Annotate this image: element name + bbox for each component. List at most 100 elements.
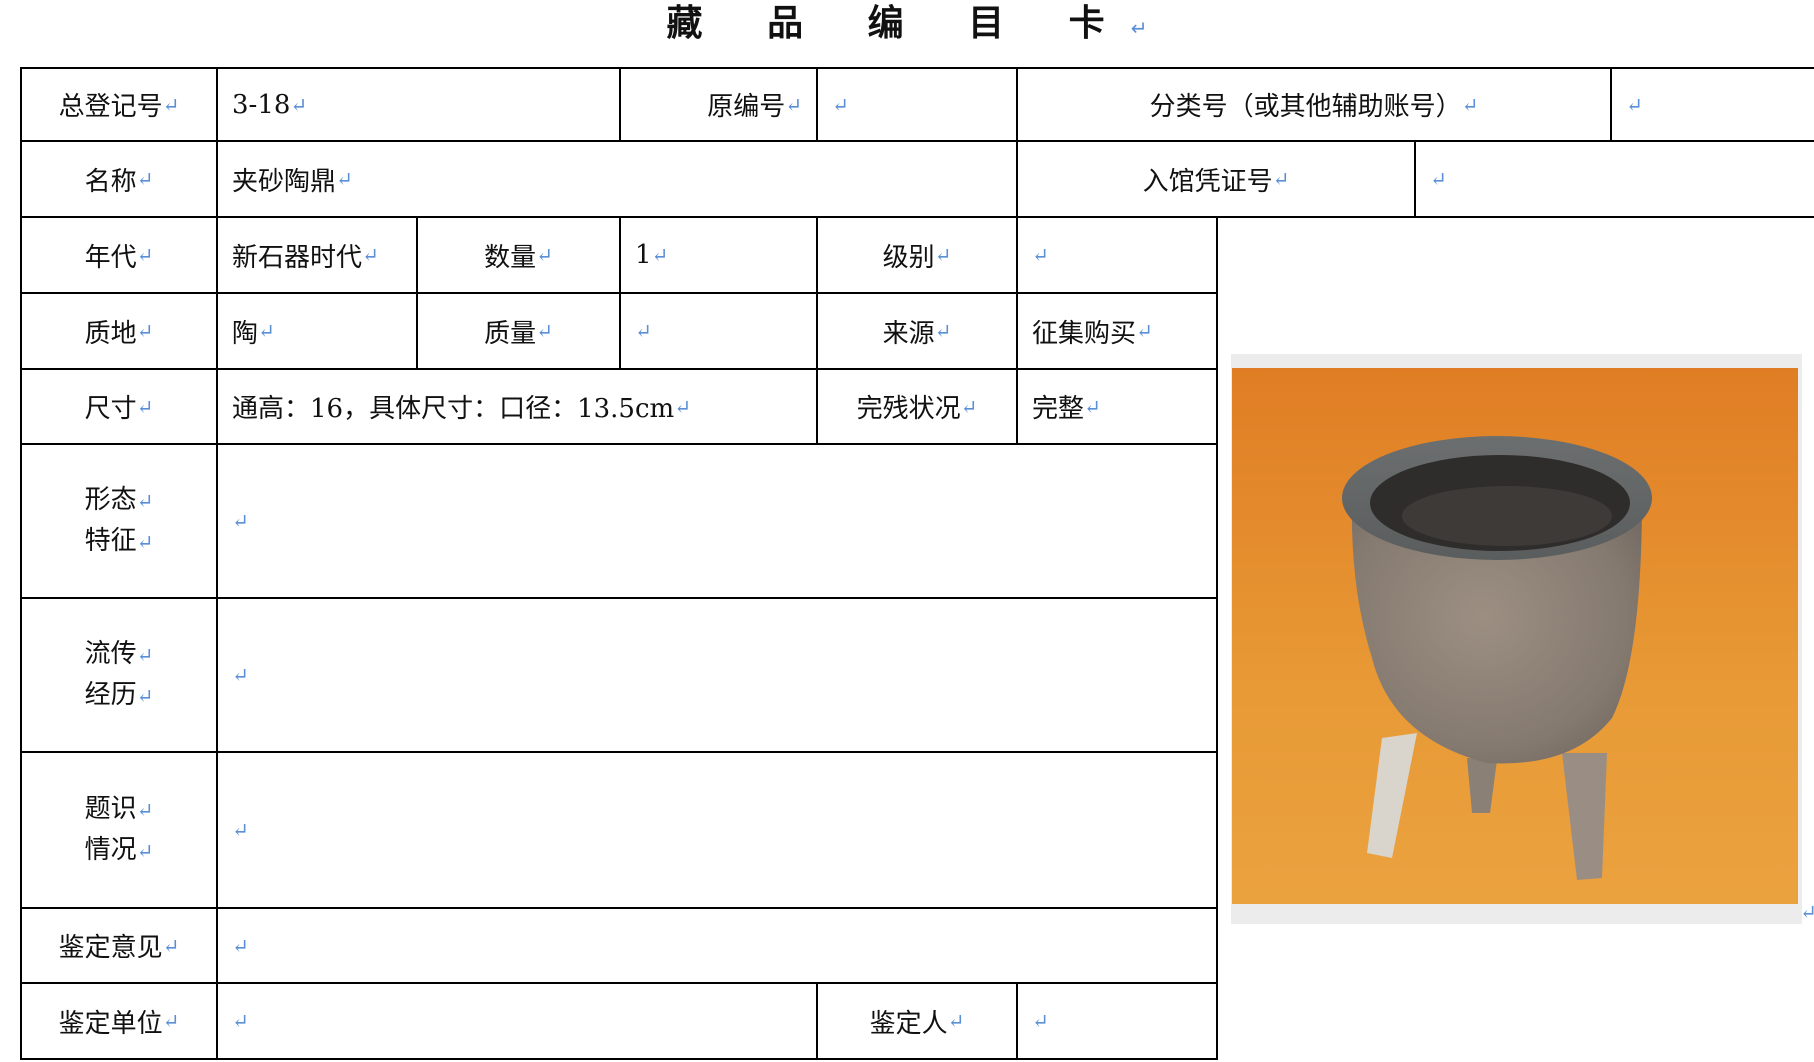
class-no-label: 分类号（或其他辅助账号） ↵	[1018, 69, 1610, 140]
cell-text: 鉴定意见	[58, 933, 163, 963]
paragraph-mark: ↵	[934, 243, 952, 267]
paragraph-mark: ↵	[136, 839, 154, 863]
label-line: 情况↵	[85, 830, 154, 871]
source-value[interactable]: 征集购买 ↵	[1018, 294, 1216, 368]
opinion-value[interactable]: ↵	[218, 909, 1216, 982]
card-title-text: 藏 品 编 目 卡	[666, 3, 1131, 44]
cell-text: 数量	[484, 242, 537, 273]
appraiser-label: 鉴定人 ↵	[818, 984, 1016, 1058]
cell-text: 经历	[84, 680, 137, 710]
cell-text: 原编号	[707, 92, 786, 122]
cell-text: 形态	[84, 485, 137, 515]
name-label: 名称 ↵	[22, 142, 216, 216]
source-label: 来源 ↵	[818, 294, 1016, 368]
paragraph-mark: ↵	[1084, 394, 1101, 419]
cell-text: 质量	[484, 318, 537, 349]
paragraph-mark: ↵	[651, 243, 669, 267]
unit-label: 鉴定单位 ↵	[22, 984, 216, 1058]
weight-label: 质量 ↵	[418, 294, 619, 368]
label-line: 形态↵	[85, 480, 154, 521]
cell-text: 级别	[882, 242, 935, 273]
paragraph-mark: ↵	[258, 319, 275, 343]
paragraph-mark: ↵	[136, 167, 154, 191]
weight-value[interactable]: ↵	[621, 294, 816, 368]
paragraph-mark: ↵	[785, 92, 802, 117]
paragraph-mark: ↵	[362, 243, 379, 267]
cell-text: 征集购买	[1032, 318, 1137, 349]
orig-no-label: 原编号 ↵	[621, 69, 816, 140]
reg-no-label: 总登记号 ↵	[22, 69, 216, 140]
paragraph-mark: ↵	[674, 394, 691, 419]
paragraph-mark: ↵	[832, 92, 849, 117]
paragraph-mark: ↵	[232, 509, 249, 533]
appraiser-value[interactable]: ↵	[1018, 984, 1216, 1058]
artifact-photo	[1232, 368, 1798, 904]
cell-text: 鉴定单位	[58, 1008, 163, 1039]
grade-value[interactable]: ↵	[1018, 218, 1216, 292]
card-title: 藏 品 编 目 卡↵	[0, 0, 1814, 48]
paragraph-mark: ↵	[136, 530, 154, 554]
paragraph-mark: ↵	[136, 489, 154, 513]
paragraph-mark: ↵	[947, 1009, 965, 1033]
cell-text: 入馆凭证号	[1142, 166, 1273, 197]
condition-label: 完残状况 ↵	[818, 370, 1016, 443]
paragraph-mark: ↵	[1272, 167, 1290, 191]
name-value[interactable]: 夹砂陶鼎 ↵	[218, 142, 1016, 216]
features-label: 形态↵ 特征↵	[22, 445, 216, 597]
cell-text: 分类号（或其他辅助账号）	[1149, 92, 1462, 122]
qty-value[interactable]: 1 ↵	[621, 218, 816, 292]
row-line	[21, 1058, 1217, 1060]
cell-text: 年代	[84, 242, 137, 273]
paragraph-mark: ↵	[1130, 16, 1148, 40]
voucher-value[interactable]: ↵	[1416, 142, 1814, 216]
label-line: 特征↵	[85, 521, 154, 562]
cell-text: 鉴定人	[869, 1008, 948, 1039]
cell-text: 3-18	[232, 89, 291, 120]
cell-text: 情况	[84, 835, 137, 865]
paragraph-mark: ↵	[136, 394, 154, 419]
cell-text: 特征	[84, 526, 137, 556]
grade-label: 级别 ↵	[818, 218, 1016, 292]
size-value[interactable]: 通高：16，具体尺寸：口径：13.5cm ↵	[218, 370, 816, 443]
class-no-value[interactable]: ↵	[1612, 69, 1814, 140]
cell-text: 新石器时代	[232, 242, 363, 273]
paragraph-mark: ↵	[1461, 92, 1479, 117]
era-value[interactable]: 新石器时代 ↵	[218, 218, 416, 292]
inscription-value[interactable]: ↵	[218, 753, 1216, 907]
material-value[interactable]: 陶 ↵	[218, 294, 416, 368]
opinion-label: 鉴定意见 ↵	[22, 909, 216, 982]
reg-no-value[interactable]: 3-18 ↵	[218, 69, 619, 140]
paragraph-mark: ↵	[1430, 167, 1447, 191]
paragraph-mark: ↵	[536, 243, 553, 267]
size-label: 尺寸 ↵	[22, 370, 216, 443]
paragraph-mark: ↵	[934, 319, 952, 343]
paragraph-mark: ↵	[336, 167, 353, 191]
paragraph-mark: ↵	[162, 933, 180, 958]
label-line: 题识↵	[85, 789, 154, 830]
paragraph-mark: ↵	[1032, 1009, 1049, 1033]
paragraph-mark: ↵	[635, 319, 652, 343]
cell-text: 1	[635, 240, 652, 270]
cell-text: 总登记号	[58, 92, 163, 122]
paragraph-mark: ↵	[136, 798, 154, 822]
history-label: 流传↵ 经历 ↵	[22, 599, 216, 751]
history-value[interactable]: ↵	[218, 599, 1216, 751]
paragraph-mark: ↵	[232, 663, 249, 687]
condition-value[interactable]: 完整 ↵	[1018, 370, 1216, 443]
features-value[interactable]: ↵	[218, 445, 1216, 597]
artifact-photo-svg	[1232, 368, 1798, 904]
cell-text: 尺寸	[84, 394, 137, 424]
orig-no-value[interactable]: ↵	[818, 69, 1016, 140]
col-line	[1216, 216, 1218, 1060]
label-line: 流传↵	[85, 634, 154, 675]
paragraph-mark: ↵	[232, 933, 249, 958]
paragraph-mark: ↵	[960, 394, 978, 419]
paragraph-mark: ↵	[136, 319, 154, 343]
paragraph-mark: ↵	[136, 643, 154, 667]
paragraph-mark: ↵	[162, 1009, 180, 1033]
cell-text: 完残状况	[856, 394, 961, 424]
cell-text: 流传	[84, 639, 137, 669]
paragraph-mark: ↵	[1800, 900, 1814, 924]
unit-value[interactable]: ↵	[218, 984, 816, 1058]
cell-text: 陶	[232, 318, 259, 349]
